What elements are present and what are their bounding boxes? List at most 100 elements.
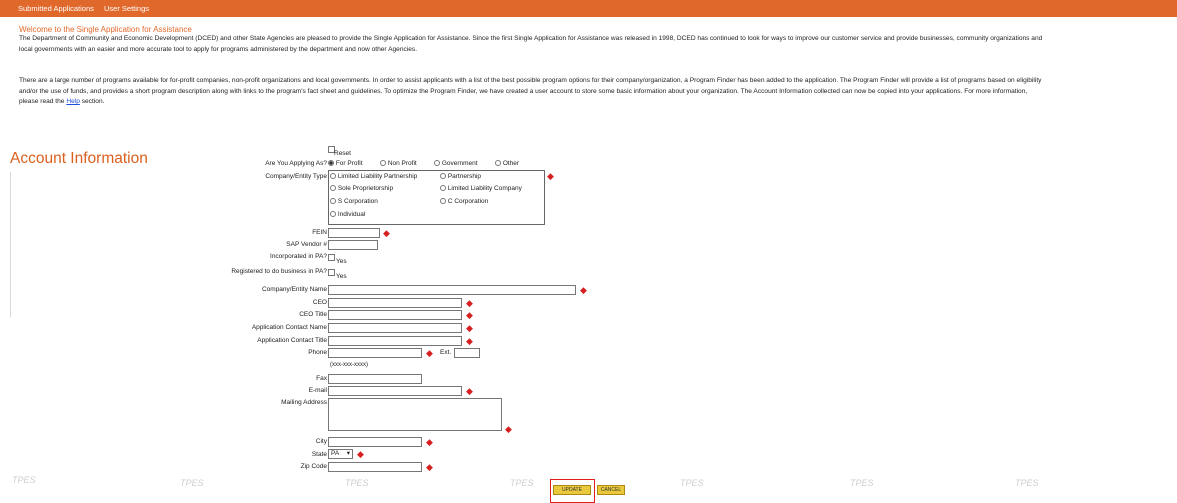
entity-type-label: Company/Entity Type bbox=[265, 173, 327, 180]
fax-label: Fax bbox=[316, 375, 327, 382]
registered-label: Registered to do business in PA? bbox=[231, 268, 327, 275]
required-marker: ◆ bbox=[466, 298, 473, 308]
entity-type-option[interactable]: S Corporation bbox=[330, 198, 378, 205]
page-title: Account Information bbox=[10, 150, 148, 167]
entity-type-radio[interactable] bbox=[330, 211, 336, 218]
intro-paragraph-2: There are a large number of programs ava… bbox=[19, 76, 1169, 108]
phone-label: Phone bbox=[308, 349, 327, 356]
required-marker: ◆ bbox=[426, 462, 433, 472]
registered-checkbox[interactable] bbox=[328, 269, 335, 276]
required-marker: ◆ bbox=[466, 386, 473, 396]
fax-input[interactable] bbox=[328, 374, 422, 384]
entity-type-option-label: Limited Liability Company bbox=[447, 185, 522, 192]
ceo-label: CEO bbox=[312, 299, 327, 306]
app-contact-title-input[interactable] bbox=[328, 336, 462, 346]
intro-paragraph-1-line-1: The Department of Community and Economic… bbox=[19, 35, 1043, 42]
entity-type-option[interactable]: Individual bbox=[330, 211, 365, 218]
ceo-input[interactable] bbox=[328, 298, 462, 308]
entity-type-option[interactable]: Limited Liability Company bbox=[440, 185, 522, 192]
ceo-title-label: CEO Title bbox=[299, 311, 327, 318]
ext-input[interactable] bbox=[454, 348, 480, 358]
other-label: Other bbox=[502, 160, 520, 167]
update-button[interactable]: UPDATE bbox=[553, 485, 591, 495]
company-name-label: Company/Entity Name bbox=[261, 286, 327, 293]
top-nav-bar: Submitted Applications User Settings bbox=[0, 0, 1177, 17]
incorporated-label: Incorporated in PA? bbox=[270, 253, 327, 260]
intro-paragraph-1: The Department of Community and Economic… bbox=[19, 34, 1169, 55]
ceo-title-input[interactable] bbox=[328, 310, 462, 320]
other-radio[interactable] bbox=[495, 160, 501, 167]
chevron-down-icon: ▾ bbox=[346, 450, 350, 457]
app-contact-name-input[interactable] bbox=[328, 323, 462, 333]
watermark: TPES bbox=[12, 475, 36, 485]
entity-type-radio[interactable] bbox=[330, 173, 336, 180]
entity-type-option-label: Limited Liability Partnership bbox=[337, 173, 418, 180]
non-profit-radio[interactable] bbox=[380, 160, 386, 167]
watermark: TPES bbox=[1015, 478, 1039, 488]
entity-type-radio[interactable] bbox=[440, 173, 446, 180]
entity-type-option-label: Sole Proprietorship bbox=[337, 185, 394, 192]
entity-type-option-label: S Corporation bbox=[337, 198, 378, 205]
for-profit-radio[interactable] bbox=[328, 160, 334, 167]
zip-input[interactable] bbox=[328, 462, 422, 472]
company-name-input[interactable] bbox=[328, 285, 576, 295]
sap-vendor-label: SAP Vendor # bbox=[286, 241, 327, 248]
incorporated-yes-label: Yes bbox=[336, 258, 347, 265]
nav-submitted-applications[interactable]: Submitted Applications bbox=[18, 4, 94, 13]
required-marker: ◆ bbox=[466, 310, 473, 320]
required-marker: ◆ bbox=[357, 449, 364, 459]
fein-input[interactable] bbox=[328, 228, 380, 238]
incorporated-checkbox[interactable] bbox=[328, 254, 335, 261]
entity-type-radio[interactable] bbox=[330, 198, 336, 205]
zip-label: Zip Code bbox=[300, 463, 327, 470]
left-divider bbox=[10, 172, 11, 317]
mailing-address-label: Mailing Address bbox=[281, 399, 327, 406]
required-marker: ◆ bbox=[383, 228, 390, 238]
required-marker: ◆ bbox=[505, 424, 512, 434]
entity-type-radio[interactable] bbox=[330, 185, 336, 192]
entity-type-option-label: Individual bbox=[337, 211, 366, 218]
intro-paragraph-2-line-2: and/or the use of funds, and provides a … bbox=[19, 87, 1028, 95]
mailing-address-textarea[interactable] bbox=[328, 398, 502, 431]
watermark: TPES bbox=[345, 478, 369, 488]
reset-label: Reset bbox=[334, 150, 351, 157]
entity-type-option[interactable]: C Corporation bbox=[440, 198, 488, 205]
non-profit-label: Non Profit bbox=[387, 160, 417, 167]
ext-label: Ext. bbox=[440, 349, 452, 356]
government-radio[interactable] bbox=[434, 160, 440, 167]
applying-as-government[interactable]: Government bbox=[434, 160, 478, 167]
intro-paragraph-1-line-2: local governments with an easier and mor… bbox=[19, 45, 418, 53]
registered-yes-label: Yes bbox=[336, 273, 347, 280]
state-label: State bbox=[311, 451, 327, 458]
city-label: City bbox=[315, 438, 327, 445]
app-contact-title-label: Application Contact Title bbox=[257, 337, 327, 344]
government-label: Government bbox=[441, 160, 478, 167]
entity-type-radio[interactable] bbox=[440, 185, 446, 192]
applying-as-label: Are You Applying As? bbox=[265, 160, 327, 167]
watermark: TPES bbox=[180, 478, 204, 488]
help-link[interactable]: Help bbox=[66, 98, 80, 105]
watermark: TPES bbox=[850, 478, 874, 488]
phone-input[interactable] bbox=[328, 348, 422, 358]
entity-type-option[interactable]: Limited Liability Partnership bbox=[330, 173, 417, 180]
entity-type-option[interactable]: Partnership bbox=[440, 173, 481, 180]
watermark: TPES bbox=[680, 478, 704, 488]
required-marker: ◆ bbox=[580, 285, 587, 295]
applying-as-other[interactable]: Other bbox=[495, 160, 519, 167]
state-select[interactable]: PA ▾ bbox=[328, 449, 353, 459]
watermark: TPES bbox=[510, 478, 534, 488]
city-input[interactable] bbox=[328, 437, 422, 447]
applying-as-for-profit[interactable]: For Profit bbox=[328, 160, 363, 167]
app-contact-name-label: Application Contact Name bbox=[251, 324, 327, 331]
sap-vendor-input[interactable] bbox=[328, 240, 378, 250]
nav-user-settings[interactable]: User Settings bbox=[104, 4, 149, 13]
entity-type-radio[interactable] bbox=[440, 198, 446, 205]
help-suffix-text: section. bbox=[81, 98, 105, 105]
email-input[interactable] bbox=[328, 386, 462, 396]
required-marker: ◆ bbox=[426, 348, 433, 358]
entity-type-option-label: Partnership bbox=[447, 173, 482, 180]
cancel-button[interactable]: CANCEL bbox=[597, 485, 625, 495]
required-marker: ◆ bbox=[466, 336, 473, 346]
applying-as-non-profit[interactable]: Non Profit bbox=[380, 160, 417, 167]
entity-type-option[interactable]: Sole Proprietorship bbox=[330, 185, 393, 192]
